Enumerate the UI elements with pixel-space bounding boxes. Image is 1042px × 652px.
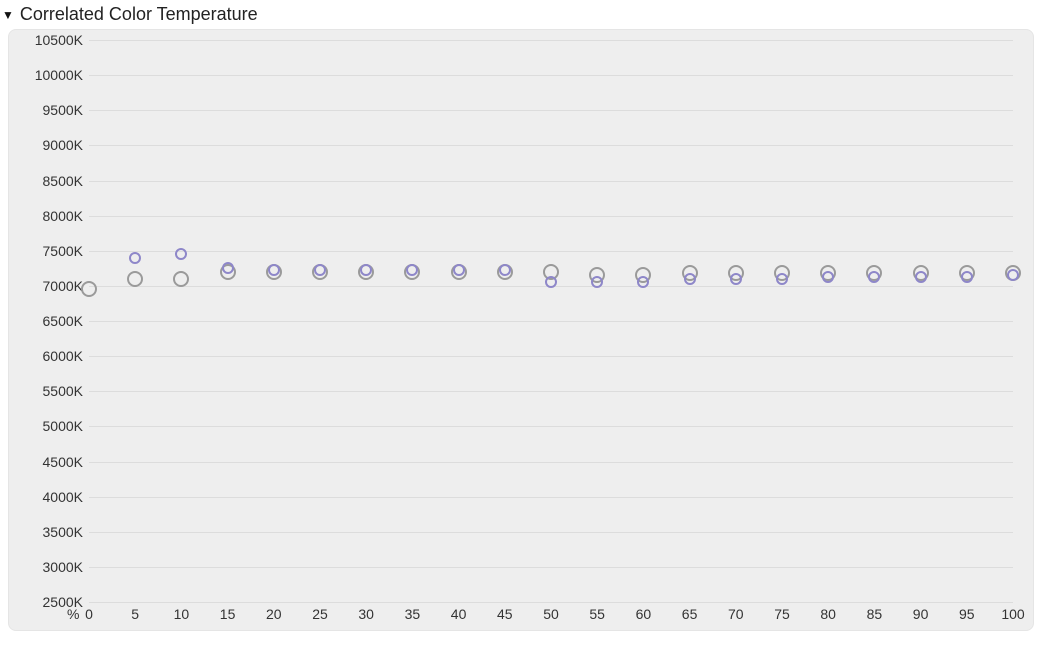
x-tick-label: 30 [358,606,374,622]
gridline [89,181,1013,182]
data-point [268,264,280,276]
x-tick-label: 85 [867,606,883,622]
data-point [127,271,143,287]
y-tick-label: 4500K [43,454,83,470]
y-tick-label: 8500K [43,173,83,189]
x-tick-label: 55 [589,606,605,622]
data-point [915,271,927,283]
data-point [684,273,696,285]
data-point [822,271,834,283]
y-tick-label: 10000K [35,67,83,83]
x-tick-label: 75 [774,606,790,622]
y-tick-label: 3000K [43,559,83,575]
gridline [89,110,1013,111]
gridline [89,356,1013,357]
data-point [173,271,189,287]
y-tick-label: 2500K [43,594,83,610]
data-point [591,276,603,288]
x-tick-label: 5 [131,606,139,622]
data-point [776,273,788,285]
data-point [1007,269,1019,281]
gridline [89,426,1013,427]
y-tick-label: 9500K [43,102,83,118]
data-point [453,264,465,276]
y-tick-label: 7500K [43,243,83,259]
gridline [89,40,1013,41]
x-tick-label: 10 [174,606,190,622]
x-tick-label: 20 [266,606,282,622]
x-tick-label: 95 [959,606,975,622]
y-tick-label: 9000K [43,137,83,153]
gridline [89,75,1013,76]
y-tick-label: 10500K [35,32,83,48]
gridline [89,567,1013,568]
x-tick-label: 100 [1001,606,1024,622]
y-tick-label: 5500K [43,383,83,399]
y-tick-label: 3500K [43,524,83,540]
y-tick-label: 4000K [43,489,83,505]
data-point [545,276,557,288]
x-tick-label: 60 [636,606,652,622]
data-point [175,248,187,260]
x-tick-label: 70 [728,606,744,622]
data-point [129,252,141,264]
chart-panel: % 2500K3000K3500K4000K4500K5000K5500K600… [8,29,1034,631]
chevron-down-icon: ▼ [2,8,14,22]
x-tick-label: 25 [312,606,328,622]
plot-area: % 2500K3000K3500K4000K4500K5000K5500K600… [89,40,1013,602]
y-tick-label: 7000K [43,278,83,294]
data-point [81,281,97,297]
data-point [314,264,326,276]
data-point [637,276,649,288]
x-tick-label: 50 [543,606,559,622]
x-tick-label: 45 [497,606,513,622]
gridline [89,462,1013,463]
gridline [89,391,1013,392]
x-tick-label: 0 [85,606,93,622]
data-point [406,264,418,276]
gridline [89,145,1013,146]
data-point [499,264,511,276]
gridline [89,321,1013,322]
x-tick-label: 40 [451,606,467,622]
x-tick-label: 80 [820,606,836,622]
section-title: Correlated Color Temperature [20,4,258,25]
gridline [89,532,1013,533]
gridline [89,497,1013,498]
y-tick-label: 6000K [43,348,83,364]
y-tick-label: 5000K [43,418,83,434]
data-point [730,273,742,285]
section-header[interactable]: ▼ Correlated Color Temperature [0,0,1042,29]
x-tick-label: 90 [913,606,929,622]
y-tick-label: 8000K [43,208,83,224]
gridline [89,602,1013,603]
data-point [222,262,234,274]
gridline [89,251,1013,252]
y-tick-label: 6500K [43,313,83,329]
gridline [89,216,1013,217]
data-point [961,271,973,283]
data-point [360,264,372,276]
x-tick-label: 65 [682,606,698,622]
x-tick-label: 15 [220,606,236,622]
data-point [868,271,880,283]
x-tick-label: 35 [405,606,421,622]
